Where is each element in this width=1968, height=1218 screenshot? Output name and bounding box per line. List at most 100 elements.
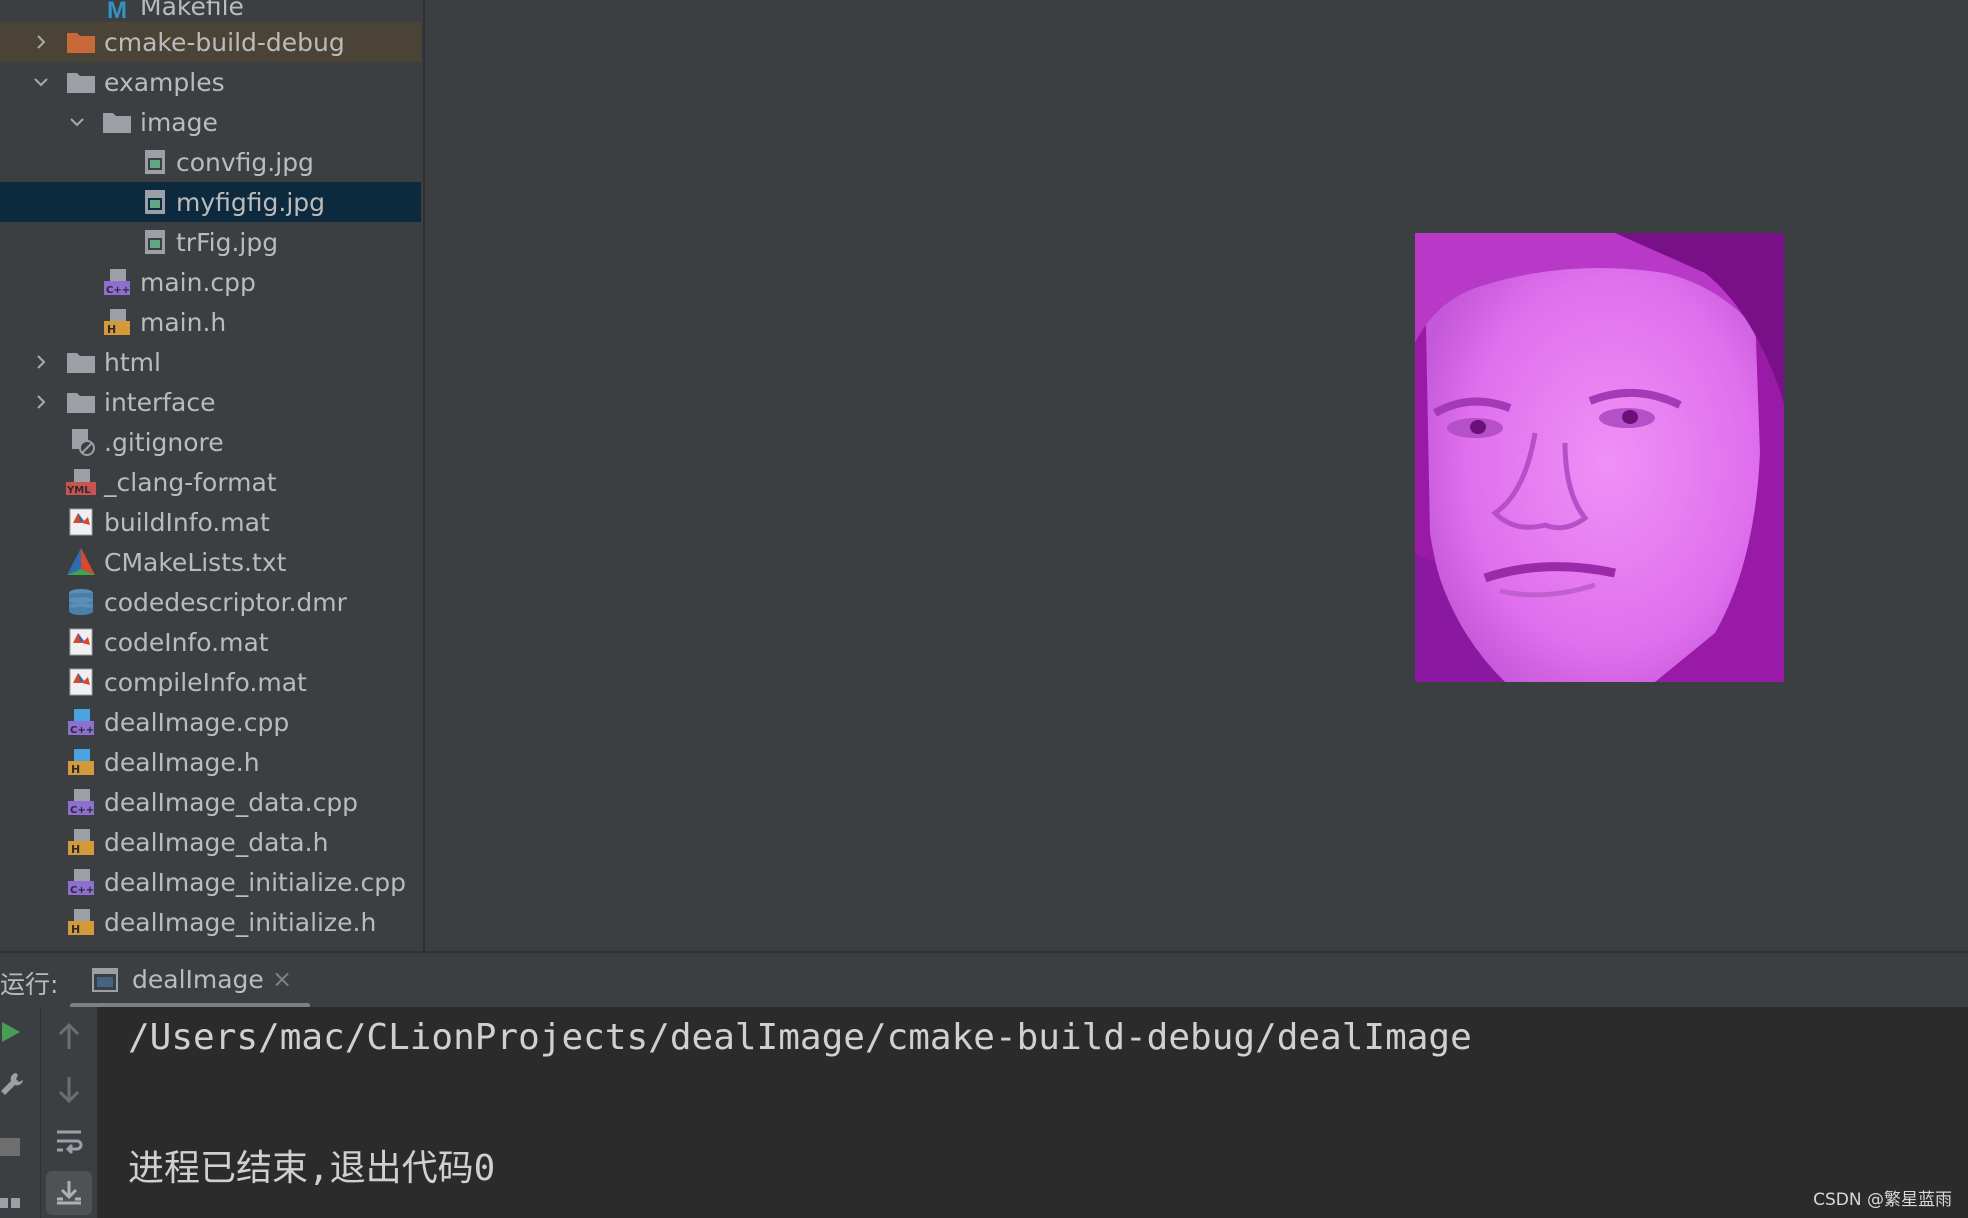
cpp-file-icon: C++ — [66, 787, 96, 817]
tree-row-label: examples — [104, 67, 225, 97]
tree-row-codeinfo[interactable]: codeInfo.mat — [0, 622, 421, 662]
tree-row-dealimage-initialize-cpp[interactable]: C++ dealImage_initialize.cpp — [0, 862, 421, 902]
run-tab-label: dealImage — [132, 965, 264, 994]
svg-text:C++: C++ — [70, 885, 94, 896]
tree-row-label: .gitignore — [104, 427, 224, 457]
tree-row-label: codeInfo.mat — [104, 627, 269, 657]
run-toolbar: 运行: dealImage × — [0, 951, 1968, 1009]
tree-row-gitignore[interactable]: .gitignore — [0, 422, 421, 462]
tree-row-label: buildInfo.mat — [104, 507, 270, 537]
makefile-icon: M — [104, 0, 134, 22]
tree-row-label: dealImage_initialize.cpp — [104, 867, 406, 897]
tree-row-codedescriptor[interactable]: codedescriptor.dmr — [0, 582, 421, 622]
tree-row-dealimage-h[interactable]: H dealImage.h — [0, 742, 421, 782]
chevron-down-icon[interactable] — [66, 111, 88, 133]
project-tree: M Makefile cmake-build-debug examples im… — [0, 0, 425, 951]
watermark: CSDN @繁星蓝雨 — [1813, 1190, 1952, 1210]
arrow-up-icon[interactable] — [51, 1019, 87, 1055]
soft-wrap-icon[interactable] — [51, 1123, 87, 1159]
svg-text:C++: C++ — [70, 805, 94, 816]
tree-row-dealimage-cpp[interactable]: C++ dealImage.cpp — [0, 702, 421, 742]
cmake-icon — [66, 547, 96, 577]
folder-icon — [66, 67, 96, 97]
run-side-toolbar — [0, 1007, 41, 1218]
run-console: /Users/mac/CLionProjects/dealImage/cmake… — [0, 1007, 1968, 1218]
folder-icon — [102, 107, 132, 137]
tree-row-label: cmake-build-debug — [104, 27, 345, 57]
tree-row-label: compileInfo.mat — [104, 667, 307, 697]
svg-text:C++: C++ — [70, 725, 94, 736]
folder-icon — [66, 387, 96, 417]
tree-row-label: main.cpp — [140, 267, 256, 297]
tree-row-label: dealImage_initialize.h — [104, 907, 377, 937]
rerun-icon[interactable] — [0, 1017, 22, 1047]
svg-text:H: H — [71, 843, 80, 856]
tree-row-cmakelists[interactable]: CMakeLists.txt — [0, 542, 421, 582]
wrench-icon[interactable] — [0, 1069, 24, 1099]
tree-row-label: dealImage.h — [104, 747, 260, 777]
tree-row-convfig[interactable]: convfig.jpg — [0, 142, 421, 182]
svg-text:M: M — [107, 0, 127, 22]
stop-icon[interactable] — [0, 1135, 22, 1159]
svg-text:H: H — [107, 323, 116, 336]
matlab-file-icon — [66, 627, 96, 657]
header-file-icon: H — [66, 747, 96, 777]
face-image — [1415, 233, 1784, 682]
cpp-file-icon: C++ — [102, 267, 132, 297]
tree-row-label: dealImage.cpp — [104, 707, 290, 737]
scroll-to-end-icon[interactable] — [46, 1171, 92, 1215]
image-file-icon — [140, 187, 170, 217]
tree-row-label: _clang-format — [104, 467, 277, 497]
tree-row-image[interactable]: image — [0, 102, 421, 142]
tree-row-label: trFig.jpg — [176, 227, 279, 257]
tree-row-label: html — [104, 347, 161, 377]
matlab-file-icon — [66, 667, 96, 697]
header-file-icon: H — [102, 307, 132, 337]
run-label: 运行: — [0, 970, 59, 999]
tree-row-label: myfigfig.jpg — [176, 187, 326, 217]
header-file-icon: H — [66, 827, 96, 857]
tree-row-clang-format[interactable]: YML _clang-format — [0, 462, 421, 502]
chevron-down-icon[interactable] — [30, 71, 52, 93]
svg-text:H: H — [71, 923, 80, 936]
tree-row-examples[interactable]: examples — [0, 62, 421, 102]
run-tab-dealimage[interactable]: dealImage × — [70, 953, 310, 1008]
folder-icon — [66, 347, 96, 377]
tree-row-main-h[interactable]: H main.h — [0, 302, 421, 342]
tree-row-label: codedescriptor.dmr — [104, 587, 347, 617]
svg-text:YML: YML — [66, 485, 91, 496]
tree-row-dealimage-initialize-h[interactable]: H dealImage_initialize.h — [0, 902, 421, 942]
tree-row-myfigfig[interactable]: myfigfig.jpg — [0, 182, 421, 222]
tree-row-html[interactable]: html — [0, 342, 421, 382]
header-file-icon: H — [66, 907, 96, 937]
arrow-down-icon[interactable] — [51, 1071, 87, 1107]
matlab-file-icon — [66, 507, 96, 537]
close-icon[interactable]: × — [272, 965, 292, 993]
svg-text:C++: C++ — [106, 285, 130, 296]
console-side-toolbar — [41, 1007, 98, 1218]
console-window-icon — [92, 968, 118, 992]
tree-row-buildinfo[interactable]: buildInfo.mat — [0, 502, 421, 542]
layout-icon[interactable] — [0, 1187, 22, 1211]
tree-row-compileinfo[interactable]: compileInfo.mat — [0, 662, 421, 702]
cpp-file-icon: C++ — [66, 867, 96, 897]
tree-row-trfig[interactable]: trFig.jpg — [0, 222, 421, 262]
image-file-icon — [140, 227, 170, 257]
chevron-right-icon[interactable] — [30, 391, 52, 413]
tree-row-cmake-build-debug[interactable]: cmake-build-debug — [0, 22, 421, 62]
tree-row-dealimage-data-cpp[interactable]: C++ dealImage_data.cpp — [0, 782, 421, 822]
console-output-line: 进程已结束,退出代码0 — [128, 1148, 496, 1189]
tree-row-main-cpp[interactable]: C++ main.cpp — [0, 262, 421, 302]
tree-row-label: main.h — [140, 307, 227, 337]
tree-row-label: convfig.jpg — [176, 147, 314, 177]
tree-row-label: interface — [104, 387, 216, 417]
tree-row-label: dealImage_data.cpp — [104, 787, 359, 817]
cpp-file-icon: C++ — [66, 707, 96, 737]
image-file-icon — [140, 147, 170, 177]
chevron-right-icon[interactable] — [30, 31, 52, 53]
yml-file-icon: YML — [66, 467, 96, 497]
tree-row-interface[interactable]: interface — [0, 382, 421, 422]
chevron-right-icon[interactable] — [30, 351, 52, 373]
tree-row-label: dealImage_data.h — [104, 827, 329, 857]
tree-row-dealimage-data-h[interactable]: H dealImage_data.h — [0, 822, 421, 862]
